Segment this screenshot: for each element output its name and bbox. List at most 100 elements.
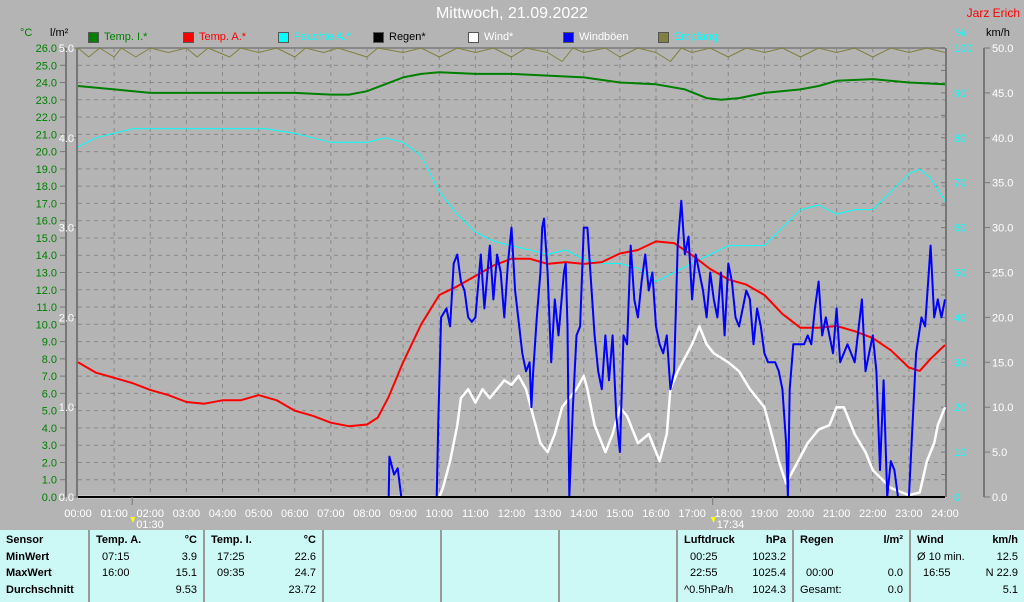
temp-i-min: 22.6 bbox=[294, 550, 316, 563]
unit-kmh: km/h bbox=[986, 27, 1010, 39]
tick-label-celsius: 26.0 bbox=[36, 43, 57, 55]
col-pressure: Luftdruck hPa 00:25 1023.2 22:55 1025.4 ^0.… bbox=[678, 530, 794, 602]
legend-label: Wind* bbox=[484, 31, 514, 43]
unit-celsius: °C bbox=[20, 27, 33, 39]
pressure-unit: hPa bbox=[765, 534, 786, 546]
legend-item: Empfang bbox=[658, 31, 718, 43]
tick-label-percent: 90 bbox=[954, 88, 966, 100]
legend-swatch-icon bbox=[468, 31, 479, 43]
wind-header: Wind bbox=[917, 534, 944, 546]
tick-label-percent: 50 bbox=[954, 268, 966, 280]
temp-a-min-time: 07:15 bbox=[102, 550, 130, 563]
author-label: Jarz Erich bbox=[966, 6, 1020, 20]
pressure-max-time: 22:55 bbox=[690, 567, 718, 579]
rain-total: 0.0 bbox=[887, 583, 903, 596]
legend-item: Windböen bbox=[563, 31, 629, 43]
pressure-min: 1023.2 bbox=[752, 550, 786, 563]
row-avg: Durchschnitt bbox=[6, 583, 74, 596]
tick-label-kmh: 5.0 bbox=[992, 447, 1007, 459]
tick-label-rain: 2.0 bbox=[59, 312, 74, 324]
temp-i-max: 24.7 bbox=[294, 567, 316, 579]
tick-label-kmh: 15.0 bbox=[992, 357, 1013, 369]
tick-label-celsius: 7.0 bbox=[42, 371, 57, 383]
stats-table: Sensor MinWert MaxWert Durchschnitt Temp… bbox=[0, 530, 1024, 602]
col-empty-1 bbox=[324, 530, 442, 602]
legend-swatch-icon bbox=[563, 31, 574, 43]
marker-label: 17:34 bbox=[717, 519, 745, 530]
tick-label-celsius: 19.0 bbox=[36, 164, 57, 176]
tick-label-percent: 20 bbox=[954, 402, 966, 414]
col-sensor: Sensor MinWert MaxWert Durchschnitt bbox=[0, 530, 90, 602]
tick-label-time: 24:00 bbox=[931, 508, 959, 520]
legend-item: Feuchte A.* bbox=[278, 31, 351, 43]
series-temp-i bbox=[77, 71, 946, 101]
tick-label-celsius: 22.0 bbox=[36, 112, 57, 124]
legend-item: Wind* bbox=[468, 31, 513, 43]
tick-label-celsius: 16.0 bbox=[36, 216, 57, 228]
legend-item: Regen* bbox=[373, 31, 426, 43]
sensor-header: Sensor bbox=[6, 534, 44, 546]
temp-a-min: 3.9 bbox=[181, 550, 197, 563]
col-wind: Wind km/h Ø 10 min. 12.5 16:55 N 22.9 5.1 bbox=[911, 530, 1024, 602]
legend-item: Temp. I.* bbox=[88, 31, 147, 43]
tick-label-celsius: 10.0 bbox=[36, 319, 57, 331]
tick-label-percent: 70 bbox=[954, 178, 966, 190]
wind-max-time: 16:55 bbox=[923, 567, 951, 579]
legend-label: Temp. A.* bbox=[199, 31, 247, 43]
tick-label-celsius: 14.0 bbox=[36, 250, 57, 262]
col-temp-i: Temp. I. °C 17:25 22.6 09:35 24.7 23.72 bbox=[205, 530, 324, 602]
wind-daily-avg: 5.1 bbox=[1002, 583, 1018, 596]
rain-total-label: Gesamt: bbox=[800, 583, 842, 596]
tick-label-time: 11:00 bbox=[462, 508, 489, 520]
tick-label-celsius: 23.0 bbox=[36, 95, 57, 107]
tick-label-time: 22:00 bbox=[859, 508, 887, 520]
tick-label-kmh: 20.0 bbox=[992, 312, 1013, 324]
tick-label-time: 07:00 bbox=[317, 508, 345, 520]
temp-i-header: Temp. I. bbox=[211, 534, 252, 546]
rain-max: 0.0 bbox=[887, 567, 903, 579]
series-temp-a bbox=[77, 240, 946, 428]
wind-avg-label: Ø 10 min. bbox=[917, 550, 965, 563]
legend-label: Regen* bbox=[389, 31, 426, 43]
pressure-avg: 1024.3 bbox=[752, 583, 786, 596]
unit-percent: % bbox=[956, 27, 966, 39]
tick-label-time: 12:00 bbox=[498, 508, 526, 520]
tick-label-time: 21:00 bbox=[823, 508, 851, 520]
sunset-icon bbox=[710, 517, 716, 523]
tick-label-time: 06:00 bbox=[281, 508, 309, 520]
legend-item: Temp. A.* bbox=[183, 31, 246, 43]
temp-i-max-time: 09:35 bbox=[217, 567, 245, 579]
tick-label-time: 13:00 bbox=[534, 508, 562, 520]
col-empty-3 bbox=[560, 530, 678, 602]
legend-swatch-icon bbox=[183, 31, 194, 43]
weather-chart-window: 0.0 1.0 2.0 3.0 4.0 5.0 6.0 7.0 8.0 9.0 10.0 11.0 12… bbox=[0, 0, 1024, 602]
unit-rain: l/m² bbox=[50, 27, 69, 39]
tick-label-celsius: 6.0 bbox=[42, 388, 57, 400]
tick-label-time: 14:00 bbox=[570, 508, 598, 520]
chart: 0.01.02.03.04.05.06.07.08.09.010.011.012… bbox=[36, 43, 1014, 530]
tick-label-celsius: 15.0 bbox=[36, 233, 57, 245]
legend-label: Windböen bbox=[579, 31, 629, 43]
tick-label-time: 03:00 bbox=[173, 508, 201, 520]
tick-label-time: 23:00 bbox=[895, 508, 923, 520]
tick-label-percent: 10 bbox=[954, 447, 966, 459]
tick-label-rain: 4.0 bbox=[59, 133, 74, 145]
legend-swatch-icon bbox=[88, 31, 99, 43]
tick-label-kmh: 45.0 bbox=[992, 88, 1013, 100]
rain-header: Regen bbox=[800, 534, 834, 546]
tick-label-celsius: 25.0 bbox=[36, 60, 57, 72]
tick-label-percent: 100 bbox=[954, 43, 972, 55]
tick-label-rain: 5.0 bbox=[59, 43, 74, 55]
tick-label-kmh: 25.0 bbox=[992, 268, 1013, 280]
rain-max-time: 00:00 bbox=[806, 567, 834, 579]
legend-swatch-icon bbox=[373, 31, 384, 43]
tick-label-celsius: 8.0 bbox=[42, 354, 57, 366]
tick-label-celsius: 17.0 bbox=[36, 198, 57, 210]
temp-i-min-time: 17:25 bbox=[217, 550, 245, 563]
legend-label: Empfang bbox=[674, 31, 719, 43]
tick-label-kmh: 30.0 bbox=[992, 223, 1013, 235]
wind-avg10: 12.5 bbox=[996, 550, 1018, 563]
tick-label-time: 00:00 bbox=[64, 508, 92, 520]
temp-a-max-time: 16:00 bbox=[102, 567, 130, 579]
tick-label-celsius: 3.0 bbox=[42, 440, 57, 452]
